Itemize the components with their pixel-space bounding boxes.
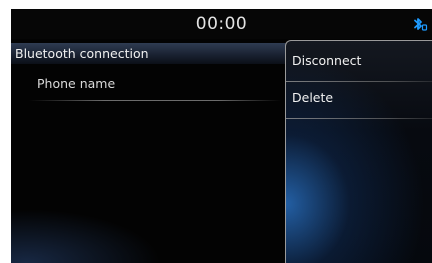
status-bar: 00:00 [11,9,432,39]
menu-divider [286,118,432,119]
device-name-label: Phone name [37,76,116,91]
list-divider [29,100,281,101]
clock: 00:00 [195,14,248,34]
bluetooth-connection-header: Bluetooth connection [11,43,287,64]
disconnect-menu-item[interactable]: Disconnect [286,43,432,79]
device-options-menu: Disconnect Delete [285,40,432,263]
background-glow [11,209,161,263]
list-item-phone[interactable]: Phone name [11,73,287,103]
bluetooth-connected-icon [412,16,428,32]
delete-menu-item[interactable]: Delete [286,80,432,116]
head-unit-screen: 00:00 Bluetooth connection Phone name Di… [11,9,432,263]
